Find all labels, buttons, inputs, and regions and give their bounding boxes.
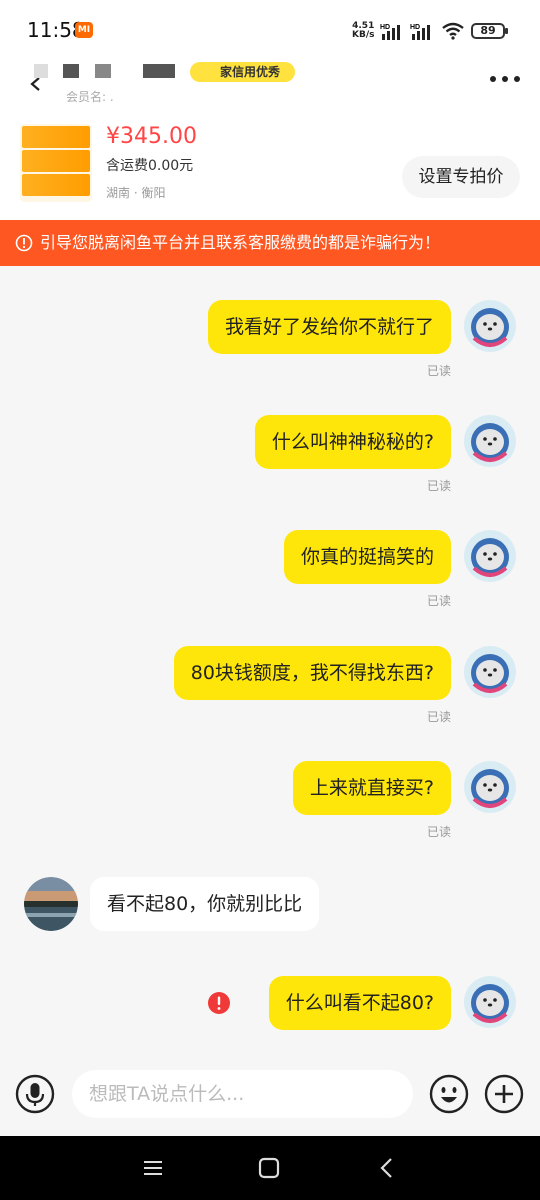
read-receipt: 已读 bbox=[426, 479, 451, 493]
my-avatar[interactable] bbox=[464, 976, 516, 1028]
name-blur bbox=[143, 64, 175, 78]
chat-header: 家信用优秀 会员名: . ¥345.00 含运费0.00元 湖南 · 衡阳 设置… bbox=[0, 58, 540, 220]
back-nav-icon[interactable] bbox=[376, 1156, 398, 1180]
more-icon[interactable] bbox=[489, 74, 521, 84]
name-blur bbox=[63, 64, 79, 78]
read-receipt: 已读 bbox=[426, 825, 451, 839]
product-thumbnail[interactable] bbox=[20, 124, 92, 202]
wifi-icon bbox=[442, 22, 464, 40]
message-row-outgoing: 80块钱额度，我不得找东西? 已读 bbox=[0, 646, 540, 724]
read-receipt: 已读 bbox=[426, 364, 451, 378]
thumbnail-strip bbox=[22, 174, 90, 196]
message-bubble-outgoing[interactable]: 什么叫看不起80? bbox=[268, 976, 451, 1030]
set-special-price-button[interactable]: 设置专拍价 bbox=[402, 156, 520, 198]
message-bubble-outgoing[interactable]: 80块钱额度，我不得找东西? bbox=[173, 646, 451, 700]
home-icon[interactable] bbox=[258, 1157, 280, 1179]
thumbnail-strip bbox=[22, 150, 90, 172]
message-bubble-incoming[interactable]: 看不起80，你就别比比 bbox=[90, 877, 320, 931]
status-bar: 11:58 MI 4.51 KB/s HD HD 89 bbox=[0, 0, 540, 58]
signal-icon: HD bbox=[380, 24, 400, 40]
message-bubble-outgoing[interactable]: 上来就直接买? bbox=[292, 761, 451, 815]
my-avatar[interactable] bbox=[464, 415, 516, 467]
message-input[interactable] bbox=[72, 1070, 413, 1118]
product-price: ¥345.00 bbox=[106, 124, 197, 149]
message-row-incoming: 看不起80，你就别比比 bbox=[0, 877, 540, 937]
signal-icon-2: HD bbox=[410, 24, 430, 40]
message-bubble-outgoing[interactable]: 什么叫神神秘秘的? bbox=[254, 415, 451, 469]
network-speed-unit: KB/s bbox=[352, 30, 375, 40]
signal-hd-label: HD bbox=[380, 24, 390, 31]
message-bubble-outgoing[interactable]: 我看好了发给你不就行了 bbox=[207, 300, 451, 354]
my-avatar[interactable] bbox=[464, 761, 516, 813]
warning-text: 引导您脱离闲鱼平台并且联系客服缴费的都是诈骗行为！ bbox=[40, 233, 441, 252]
product-location: 湖南 · 衡阳 bbox=[106, 186, 166, 200]
plus-icon[interactable] bbox=[484, 1074, 524, 1114]
chat-message-list[interactable]: 我看好了发给你不就行了 已读 什么叫神神秘秘的? 已读 你真的挺搞笑的 已读 8… bbox=[0, 266, 540, 1070]
my-avatar[interactable] bbox=[464, 300, 516, 352]
battery-indicator: 89 bbox=[471, 23, 508, 39]
seller-sub-name: 会员名: . bbox=[66, 90, 114, 104]
read-receipt: 已读 bbox=[426, 710, 451, 724]
carrier-badge: MI bbox=[75, 22, 93, 38]
thumbnail-strip bbox=[22, 126, 90, 148]
signal-hd-label-2: HD bbox=[410, 24, 420, 31]
name-blur bbox=[95, 64, 111, 78]
message-row-outgoing: 上来就直接买? 已读 bbox=[0, 761, 540, 839]
mic-icon[interactable] bbox=[15, 1074, 55, 1114]
message-row-outgoing: 什么叫神神秘秘的? 已读 bbox=[0, 415, 540, 493]
message-input-bar bbox=[0, 1056, 540, 1136]
message-row-outgoing: 你真的挺搞笑的 已读 bbox=[0, 530, 540, 608]
back-icon[interactable] bbox=[28, 76, 44, 92]
network-speed: 4.51 KB/s bbox=[352, 22, 374, 40]
read-receipt: 已读 bbox=[426, 594, 451, 608]
send-failed-icon[interactable] bbox=[208, 992, 230, 1014]
system-navigation-bar bbox=[0, 1136, 540, 1200]
shipping-fee: 含运费0.00元 bbox=[106, 158, 194, 174]
message-bubble-outgoing[interactable]: 你真的挺搞笑的 bbox=[283, 530, 451, 584]
fraud-warning-banner: 引导您脱离闲鱼平台并且联系客服缴费的都是诈骗行为！ bbox=[0, 220, 540, 266]
menu-icon[interactable] bbox=[142, 1158, 164, 1178]
my-avatar[interactable] bbox=[464, 646, 516, 698]
credit-badge: 家信用优秀 bbox=[190, 62, 295, 82]
name-blur bbox=[34, 64, 48, 78]
message-row-outgoing: 什么叫看不起80? bbox=[0, 976, 540, 1036]
emoji-icon[interactable] bbox=[429, 1074, 469, 1114]
contact-avatar[interactable] bbox=[24, 877, 78, 931]
warning-icon bbox=[15, 234, 33, 252]
message-row-outgoing: 我看好了发给你不就行了 已读 bbox=[0, 300, 540, 378]
my-avatar[interactable] bbox=[464, 530, 516, 582]
